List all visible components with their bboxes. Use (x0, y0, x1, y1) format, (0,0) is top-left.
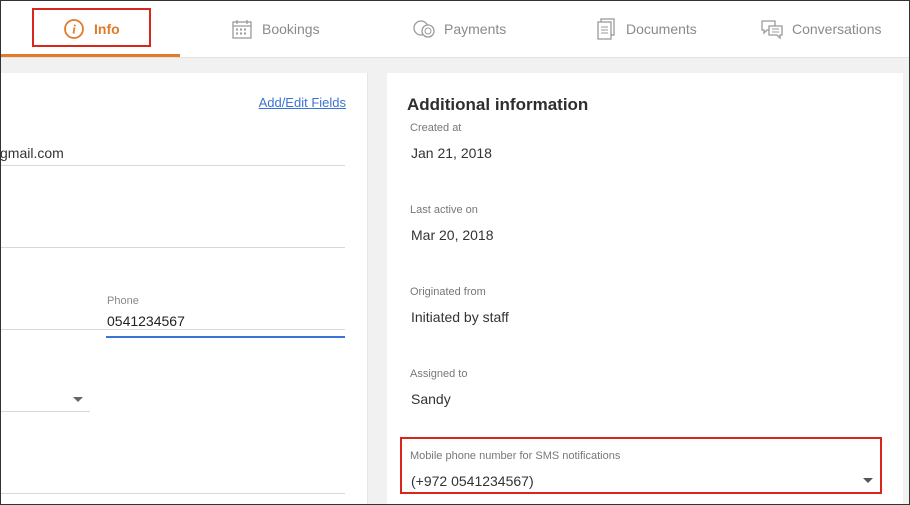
assigned-to-label: Assigned to (410, 368, 468, 380)
phone-label: Phone (107, 295, 139, 307)
created-at-label: Created at (410, 122, 462, 134)
tab-payments-label: Payments (444, 21, 507, 37)
coins-icon (412, 17, 436, 41)
chevron-down-icon[interactable] (73, 397, 83, 402)
tab-info[interactable]: i Info (62, 0, 120, 58)
tab-documents[interactable]: Documents (594, 0, 697, 58)
documents-icon (594, 17, 618, 41)
card-title: Additional information (407, 95, 589, 114)
email-field-underline (0, 165, 345, 166)
tab-bookings[interactable]: Bookings (230, 0, 320, 58)
sms-phone-label: Mobile phone number for SMS notification… (410, 450, 621, 462)
chat-icon (760, 17, 784, 41)
tab-bar: i Info Bookings Payments Documents Conve… (0, 0, 910, 58)
field-underline (0, 247, 345, 248)
svg-text:i: i (72, 22, 76, 37)
assigned-to-value: Sandy (411, 391, 451, 407)
tab-info-label: Info (94, 21, 120, 37)
originated-from-label: Originated from (410, 286, 486, 298)
country-code-select[interactable] (0, 411, 90, 412)
chevron-down-icon[interactable] (863, 478, 873, 483)
customer-fields-card: Add/Edit Fields gmail.com (0, 73, 368, 505)
tab-payments[interactable]: Payments (412, 0, 506, 58)
tab-conversations-label: Conversations (792, 21, 882, 37)
email-value[interactable]: gmail.com (0, 145, 64, 161)
info-icon: i (62, 17, 86, 41)
last-active-value: Mar 20, 2018 (411, 227, 494, 243)
calendar-icon (230, 17, 254, 41)
active-tab-indicator (0, 54, 180, 57)
tab-documents-label: Documents (626, 21, 697, 37)
phone-input[interactable] (106, 310, 345, 338)
field-underline (0, 493, 345, 494)
tab-bookings-label: Bookings (262, 21, 320, 37)
add-edit-fields-link[interactable]: Add/Edit Fields (259, 95, 346, 110)
originated-from-value: Initiated by staff (411, 309, 509, 325)
tab-conversations[interactable]: Conversations (760, 0, 882, 58)
last-active-label: Last active on (410, 204, 478, 216)
created-at-value: Jan 21, 2018 (411, 145, 492, 161)
sms-phone-value[interactable]: (+972 0541234567) (411, 473, 534, 489)
